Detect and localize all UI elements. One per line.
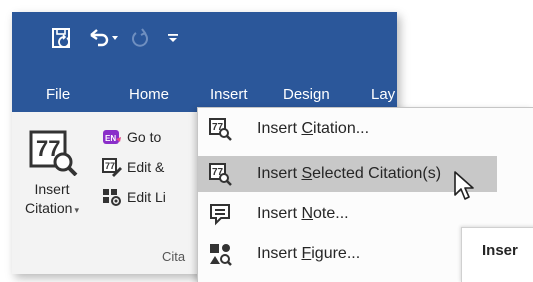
undo-icon[interactable]	[86, 26, 120, 50]
menu-label-post: ote...	[313, 205, 349, 222]
insert-figure-icon	[208, 242, 232, 266]
insert-citation-label-line2: Citation	[25, 200, 73, 216]
edit-citation-button[interactable]: 77 Edit &	[102, 154, 164, 180]
menu-label-post: elected Citation(s)	[312, 165, 442, 182]
menu-item-insert-figure[interactable]: Insert Figure...	[198, 236, 458, 272]
edit-label: Edit &	[127, 159, 165, 175]
menu-item-insert-citation[interactable]: 77 Insert Citation...	[198, 111, 533, 147]
redo-icon	[128, 26, 152, 50]
insert-note-icon	[208, 202, 232, 226]
goto-label: Go to	[127, 129, 162, 145]
citation-magnifier-icon: 77	[25, 128, 79, 177]
insert-citation-label-line1: Insert	[34, 181, 70, 197]
tab-layout[interactable]: Lay	[371, 86, 395, 103]
goto-endnote-button[interactable]: EN Go to	[102, 124, 161, 150]
tab-file[interactable]: File	[46, 86, 70, 103]
edit-library-label: Edit Li	[127, 189, 166, 205]
menu-label-pre: Insert	[257, 120, 302, 137]
svg-text:EN: EN	[105, 134, 116, 143]
svg-text:77: 77	[105, 161, 115, 171]
insert-citation-button[interactable]: 77 Insert Citation ▾	[16, 116, 88, 246]
menu-label-post: itation...	[313, 120, 370, 137]
menu-label-key: N	[301, 205, 314, 222]
customize-toolbar-button[interactable]	[164, 26, 182, 50]
quick-access-toolbar	[12, 12, 397, 74]
citations-group-label: Cita	[162, 249, 186, 264]
tab-design[interactable]: Design	[283, 86, 330, 103]
edit-library-icon	[103, 189, 121, 206]
tooltip-title: Inser	[482, 242, 518, 259]
edit-library-button[interactable]: Edit Li	[102, 184, 166, 210]
chevron-down-icon: ▾	[74, 205, 79, 215]
save-icon[interactable]	[50, 26, 74, 50]
tab-home[interactable]: Home	[129, 86, 169, 103]
menu-label-pre: Insert	[257, 245, 302, 262]
endnote-en-icon: EN	[103, 130, 121, 144]
menu-label-pre: Insert	[257, 205, 302, 222]
insert-citation-dropdown-menu: 77 Insert Citation... 77 Insert Selected…	[197, 107, 533, 282]
mouse-pointer-icon	[453, 171, 475, 201]
menu-label-pre: Insert	[257, 165, 302, 182]
edit-citation-icon: 77	[102, 158, 122, 177]
tab-insert[interactable]: Insert	[210, 86, 248, 103]
menu-label-key: C	[301, 120, 314, 137]
tooltip-card: Inser	[461, 227, 533, 282]
menu-label-post: igure...	[311, 245, 361, 262]
menu-label-key: F	[301, 245, 312, 262]
insert-citation-icon: 77	[208, 117, 232, 141]
menu-label-key: S	[301, 165, 313, 182]
insert-selected-citations-icon: 77	[208, 162, 232, 186]
